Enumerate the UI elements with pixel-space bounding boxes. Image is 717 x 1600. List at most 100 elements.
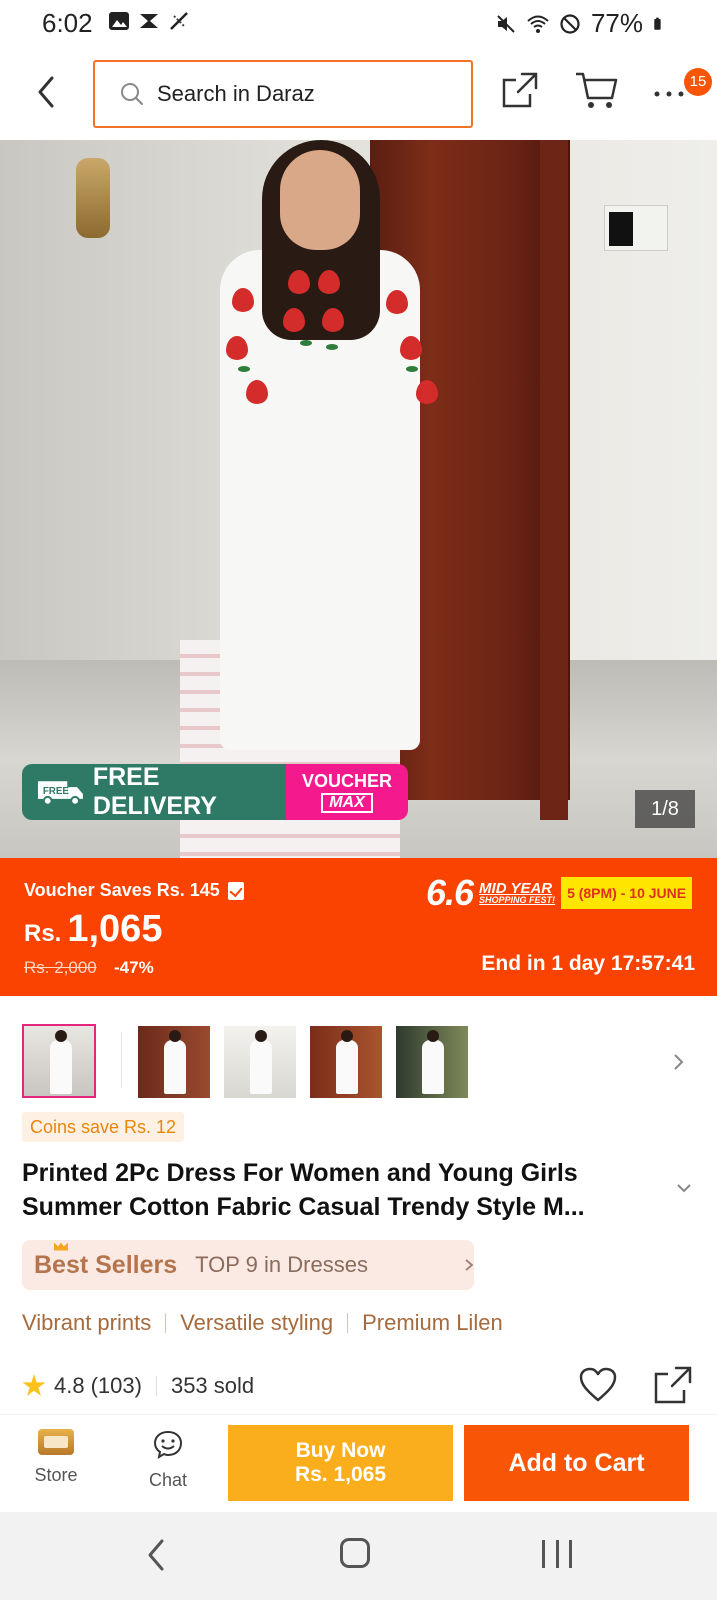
thumbnail-divider — [121, 1032, 122, 1088]
mid-year-fest-logo: 6.6 MID YEAR SHOPPING FEST! 5 (8PM) - 10 … — [426, 872, 693, 914]
leaf-print — [300, 340, 312, 346]
fest-dates: 5 (8PM) - 10 JUNE — [561, 877, 693, 909]
flower-print — [318, 270, 340, 294]
top-bar: Search in Daraz 15 — [0, 46, 717, 140]
crown-icon — [54, 1242, 68, 1251]
feature-tag: Premium Lilen — [362, 1310, 503, 1335]
flower-print — [322, 308, 344, 332]
nav-home-icon[interactable] — [340, 1538, 370, 1568]
more-options-icon[interactable] — [652, 76, 686, 106]
nav-recents-icon[interactable] — [542, 1540, 572, 1568]
leaf-print — [326, 344, 338, 350]
star-icon — [22, 1374, 46, 1396]
battery-percent: 77% — [590, 8, 643, 38]
voucher-saves-text: Voucher Saves Rs. 145 — [24, 880, 220, 900]
best-sellers-banner[interactable]: Best Sellers TOP 9 in Dresses — [22, 1240, 474, 1290]
flower-print — [400, 336, 422, 360]
thumbnail-figure — [422, 1030, 444, 1094]
flower-print — [232, 288, 254, 312]
price-currency: Rs. — [24, 920, 62, 947]
nav-back-icon[interactable] — [146, 1538, 166, 1572]
feature-separator — [347, 1313, 349, 1333]
buy-now-label: Buy Now — [295, 1439, 386, 1462]
share-icon[interactable] — [652, 1364, 694, 1406]
status-bar: 6:02 77% — [0, 0, 717, 46]
store-button[interactable]: Store — [24, 1429, 88, 1499]
flower-print — [288, 270, 310, 294]
fest-title-line2: SHOPPING FEST! — [479, 895, 556, 905]
search-input[interactable]: Search in Daraz — [93, 60, 473, 128]
best-sellers-rank: TOP 9 in Dresses — [195, 1252, 368, 1277]
heart-icon[interactable] — [578, 1366, 618, 1404]
search-icon — [121, 83, 143, 105]
flower-print — [226, 336, 248, 360]
fest-title: MID YEAR SHOPPING FEST! — [479, 881, 555, 905]
countdown-timer: End in 1 day 17:57:41 — [481, 952, 695, 975]
leaf-print — [238, 366, 250, 372]
feature-tag: Vibrant prints — [22, 1310, 152, 1335]
thumbnail-3[interactable] — [224, 1026, 296, 1098]
dnd-icon — [560, 13, 580, 34]
feature-separator — [165, 1313, 167, 1333]
best-sellers-logo: Best Sellers — [34, 1242, 178, 1280]
chevron-down-icon[interactable] — [676, 1182, 692, 1194]
price-value: 1,065 — [67, 908, 163, 950]
fest-number: 6.6 — [426, 872, 474, 913]
image-counter: 1/8 — [635, 790, 695, 828]
chat-button[interactable]: Chat — [136, 1429, 200, 1499]
hero-doorframe — [540, 140, 568, 820]
back-arrow-icon[interactable] — [30, 72, 62, 112]
flower-print — [416, 380, 438, 404]
notification-badge: 15 — [684, 68, 712, 96]
no-signal-icon — [170, 12, 188, 30]
truck-icon: FREE — [37, 781, 83, 806]
hero-wall-lamp — [76, 158, 110, 238]
status-left-icons — [108, 10, 190, 32]
thumbnail-1[interactable] — [22, 1024, 96, 1098]
original-price: Rs. 2,000 — [24, 958, 97, 977]
store-icon — [38, 1429, 74, 1455]
review-count[interactable]: (103) — [91, 1373, 142, 1399]
leaf-print — [406, 366, 418, 372]
product-image-carousel[interactable]: FREE FREE DELIVERY VOUCHER MAX 1/8 — [0, 140, 717, 858]
mute-icon — [497, 14, 515, 33]
coins-badge[interactable]: Coins save Rs. 12 — [22, 1112, 185, 1142]
voucher-saves[interactable]: Voucher Saves Rs. 145 — [24, 880, 244, 901]
image-icon — [109, 12, 129, 30]
price-banner: Voucher Saves Rs. 145 Rs. 1,065 Rs. 2,000… — [0, 858, 717, 996]
thumbnail-4[interactable] — [310, 1026, 382, 1098]
model-face — [280, 150, 360, 250]
thumbnail-figure — [336, 1030, 358, 1094]
buy-now-button[interactable]: Buy Now Rs. 1,065 — [228, 1425, 453, 1501]
thumbnail-5[interactable] — [396, 1026, 468, 1098]
free-delivery-badge: FREE FREE DELIVERY — [22, 764, 286, 820]
status-right: 77% — [495, 8, 667, 39]
search-placeholder: Search in Daraz — [157, 81, 315, 106]
media-icon — [140, 14, 158, 28]
flower-print — [386, 290, 408, 314]
feature-tag: Versatile styling — [180, 1310, 334, 1335]
voucher-max-label: MAX — [321, 792, 373, 813]
thumbnail-strip — [0, 1022, 717, 1100]
voucher-max-badge: VOUCHER MAX — [286, 764, 408, 820]
thumbnail-figure — [250, 1030, 272, 1094]
chat-icon — [153, 1430, 183, 1460]
feature-tags: Vibrant prints Versatile styling Premium… — [22, 1310, 503, 1336]
chevron-right-icon[interactable] — [672, 1052, 686, 1072]
cart-icon[interactable] — [574, 70, 618, 110]
thumbnail-2[interactable] — [138, 1026, 210, 1098]
product-title: Printed 2Pc Dress For Women and Young Gi… — [22, 1159, 585, 1221]
thumbnail-figure — [50, 1030, 72, 1094]
status-time: 6:02 — [42, 8, 93, 38]
rating-value[interactable]: 4.8 — [54, 1373, 85, 1399]
free-delivery-text: FREE DELIVERY — [92, 764, 217, 820]
add-to-cart-button[interactable]: Add to Cart — [464, 1425, 689, 1501]
best-sellers-label: Best Sellers — [34, 1250, 178, 1279]
share-icon[interactable] — [500, 70, 540, 110]
truck-free-label: FREE — [43, 786, 70, 797]
store-label: Store — [34, 1465, 78, 1485]
voucher-label: VOUCHER — [301, 770, 392, 791]
hero-switch — [604, 205, 668, 251]
rating-separator — [155, 1376, 157, 1396]
bottom-action-bar: Store Chat Buy Now Rs. 1,065 Add to Cart — [0, 1414, 717, 1512]
